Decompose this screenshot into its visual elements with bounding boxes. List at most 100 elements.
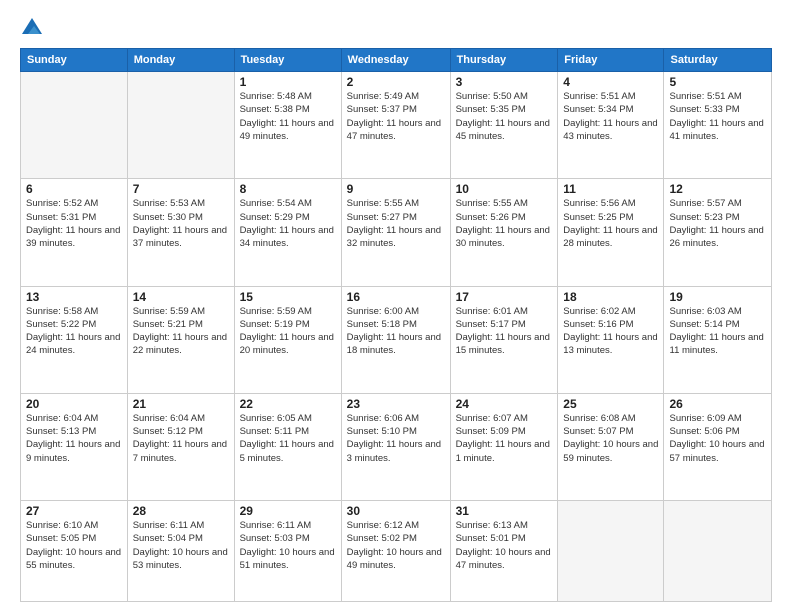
day-info: Sunrise: 6:10 AM Sunset: 5:05 PM Dayligh… — [26, 519, 122, 572]
day-info: Sunrise: 5:54 AM Sunset: 5:29 PM Dayligh… — [240, 197, 336, 250]
day-number: 29 — [240, 504, 336, 518]
calendar-cell: 13Sunrise: 5:58 AM Sunset: 5:22 PM Dayli… — [21, 286, 128, 393]
calendar-cell: 3Sunrise: 5:50 AM Sunset: 5:35 PM Daylig… — [450, 72, 558, 179]
calendar-cell: 28Sunrise: 6:11 AM Sunset: 5:04 PM Dayli… — [127, 501, 234, 602]
calendar-cell: 14Sunrise: 5:59 AM Sunset: 5:21 PM Dayli… — [127, 286, 234, 393]
calendar-cell: 10Sunrise: 5:55 AM Sunset: 5:26 PM Dayli… — [450, 179, 558, 286]
calendar-cell: 22Sunrise: 6:05 AM Sunset: 5:11 PM Dayli… — [234, 393, 341, 500]
calendar-cell: 1Sunrise: 5:48 AM Sunset: 5:38 PM Daylig… — [234, 72, 341, 179]
calendar-week-row: 6Sunrise: 5:52 AM Sunset: 5:31 PM Daylig… — [21, 179, 772, 286]
weekday-header-tuesday: Tuesday — [234, 49, 341, 72]
calendar-cell: 7Sunrise: 5:53 AM Sunset: 5:30 PM Daylig… — [127, 179, 234, 286]
day-info: Sunrise: 5:51 AM Sunset: 5:33 PM Dayligh… — [669, 90, 766, 143]
day-info: Sunrise: 5:53 AM Sunset: 5:30 PM Dayligh… — [133, 197, 229, 250]
day-number: 21 — [133, 397, 229, 411]
calendar-cell: 30Sunrise: 6:12 AM Sunset: 5:02 PM Dayli… — [341, 501, 450, 602]
day-number: 22 — [240, 397, 336, 411]
calendar-cell — [558, 501, 664, 602]
day-number: 14 — [133, 290, 229, 304]
day-info: Sunrise: 6:13 AM Sunset: 5:01 PM Dayligh… — [456, 519, 553, 572]
weekday-header-row: SundayMondayTuesdayWednesdayThursdayFrid… — [21, 49, 772, 72]
calendar-cell: 17Sunrise: 6:01 AM Sunset: 5:17 PM Dayli… — [450, 286, 558, 393]
calendar-cell: 5Sunrise: 5:51 AM Sunset: 5:33 PM Daylig… — [664, 72, 772, 179]
day-number: 7 — [133, 182, 229, 196]
calendar-week-row: 1Sunrise: 5:48 AM Sunset: 5:38 PM Daylig… — [21, 72, 772, 179]
day-info: Sunrise: 6:06 AM Sunset: 5:10 PM Dayligh… — [347, 412, 445, 465]
day-number: 31 — [456, 504, 553, 518]
day-info: Sunrise: 6:07 AM Sunset: 5:09 PM Dayligh… — [456, 412, 553, 465]
day-info: Sunrise: 5:58 AM Sunset: 5:22 PM Dayligh… — [26, 305, 122, 358]
day-number: 16 — [347, 290, 445, 304]
calendar-cell: 23Sunrise: 6:06 AM Sunset: 5:10 PM Dayli… — [341, 393, 450, 500]
day-number: 23 — [347, 397, 445, 411]
day-number: 26 — [669, 397, 766, 411]
day-info: Sunrise: 6:04 AM Sunset: 5:12 PM Dayligh… — [133, 412, 229, 465]
day-number: 20 — [26, 397, 122, 411]
day-info: Sunrise: 6:05 AM Sunset: 5:11 PM Dayligh… — [240, 412, 336, 465]
calendar-cell: 4Sunrise: 5:51 AM Sunset: 5:34 PM Daylig… — [558, 72, 664, 179]
day-number: 15 — [240, 290, 336, 304]
calendar-table: SundayMondayTuesdayWednesdayThursdayFrid… — [20, 48, 772, 602]
day-info: Sunrise: 6:11 AM Sunset: 5:03 PM Dayligh… — [240, 519, 336, 572]
calendar-cell: 9Sunrise: 5:55 AM Sunset: 5:27 PM Daylig… — [341, 179, 450, 286]
day-number: 12 — [669, 182, 766, 196]
calendar-cell: 6Sunrise: 5:52 AM Sunset: 5:31 PM Daylig… — [21, 179, 128, 286]
calendar-week-row: 13Sunrise: 5:58 AM Sunset: 5:22 PM Dayli… — [21, 286, 772, 393]
day-number: 30 — [347, 504, 445, 518]
day-number: 28 — [133, 504, 229, 518]
day-info: Sunrise: 5:48 AM Sunset: 5:38 PM Dayligh… — [240, 90, 336, 143]
day-info: Sunrise: 6:03 AM Sunset: 5:14 PM Dayligh… — [669, 305, 766, 358]
calendar-cell — [664, 501, 772, 602]
day-number: 6 — [26, 182, 122, 196]
day-number: 18 — [563, 290, 658, 304]
logo — [20, 16, 48, 40]
page: SundayMondayTuesdayWednesdayThursdayFrid… — [0, 0, 792, 612]
calendar-cell: 16Sunrise: 6:00 AM Sunset: 5:18 PM Dayli… — [341, 286, 450, 393]
day-number: 24 — [456, 397, 553, 411]
calendar-cell: 24Sunrise: 6:07 AM Sunset: 5:09 PM Dayli… — [450, 393, 558, 500]
day-info: Sunrise: 5:52 AM Sunset: 5:31 PM Dayligh… — [26, 197, 122, 250]
logo-icon — [20, 16, 44, 40]
day-info: Sunrise: 5:59 AM Sunset: 5:19 PM Dayligh… — [240, 305, 336, 358]
day-info: Sunrise: 5:56 AM Sunset: 5:25 PM Dayligh… — [563, 197, 658, 250]
calendar-cell: 25Sunrise: 6:08 AM Sunset: 5:07 PM Dayli… — [558, 393, 664, 500]
day-number: 9 — [347, 182, 445, 196]
calendar-cell: 26Sunrise: 6:09 AM Sunset: 5:06 PM Dayli… — [664, 393, 772, 500]
day-number: 27 — [26, 504, 122, 518]
day-number: 2 — [347, 75, 445, 89]
weekday-header-monday: Monday — [127, 49, 234, 72]
calendar-cell: 11Sunrise: 5:56 AM Sunset: 5:25 PM Dayli… — [558, 179, 664, 286]
day-info: Sunrise: 6:08 AM Sunset: 5:07 PM Dayligh… — [563, 412, 658, 465]
calendar-cell: 29Sunrise: 6:11 AM Sunset: 5:03 PM Dayli… — [234, 501, 341, 602]
day-info: Sunrise: 6:02 AM Sunset: 5:16 PM Dayligh… — [563, 305, 658, 358]
day-number: 3 — [456, 75, 553, 89]
weekday-header-friday: Friday — [558, 49, 664, 72]
calendar-cell: 31Sunrise: 6:13 AM Sunset: 5:01 PM Dayli… — [450, 501, 558, 602]
day-number: 5 — [669, 75, 766, 89]
calendar-cell: 21Sunrise: 6:04 AM Sunset: 5:12 PM Dayli… — [127, 393, 234, 500]
calendar-week-row: 27Sunrise: 6:10 AM Sunset: 5:05 PM Dayli… — [21, 501, 772, 602]
day-number: 13 — [26, 290, 122, 304]
day-number: 4 — [563, 75, 658, 89]
weekday-header-saturday: Saturday — [664, 49, 772, 72]
calendar-cell: 12Sunrise: 5:57 AM Sunset: 5:23 PM Dayli… — [664, 179, 772, 286]
day-number: 19 — [669, 290, 766, 304]
calendar-cell — [127, 72, 234, 179]
calendar-cell: 8Sunrise: 5:54 AM Sunset: 5:29 PM Daylig… — [234, 179, 341, 286]
day-info: Sunrise: 6:09 AM Sunset: 5:06 PM Dayligh… — [669, 412, 766, 465]
calendar-cell: 20Sunrise: 6:04 AM Sunset: 5:13 PM Dayli… — [21, 393, 128, 500]
day-info: Sunrise: 5:55 AM Sunset: 5:27 PM Dayligh… — [347, 197, 445, 250]
calendar-cell: 27Sunrise: 6:10 AM Sunset: 5:05 PM Dayli… — [21, 501, 128, 602]
day-info: Sunrise: 5:49 AM Sunset: 5:37 PM Dayligh… — [347, 90, 445, 143]
calendar-cell: 15Sunrise: 5:59 AM Sunset: 5:19 PM Dayli… — [234, 286, 341, 393]
day-info: Sunrise: 5:50 AM Sunset: 5:35 PM Dayligh… — [456, 90, 553, 143]
day-number: 17 — [456, 290, 553, 304]
weekday-header-thursday: Thursday — [450, 49, 558, 72]
day-number: 11 — [563, 182, 658, 196]
day-number: 1 — [240, 75, 336, 89]
day-info: Sunrise: 5:59 AM Sunset: 5:21 PM Dayligh… — [133, 305, 229, 358]
day-number: 8 — [240, 182, 336, 196]
calendar-cell: 18Sunrise: 6:02 AM Sunset: 5:16 PM Dayli… — [558, 286, 664, 393]
weekday-header-sunday: Sunday — [21, 49, 128, 72]
day-number: 10 — [456, 182, 553, 196]
